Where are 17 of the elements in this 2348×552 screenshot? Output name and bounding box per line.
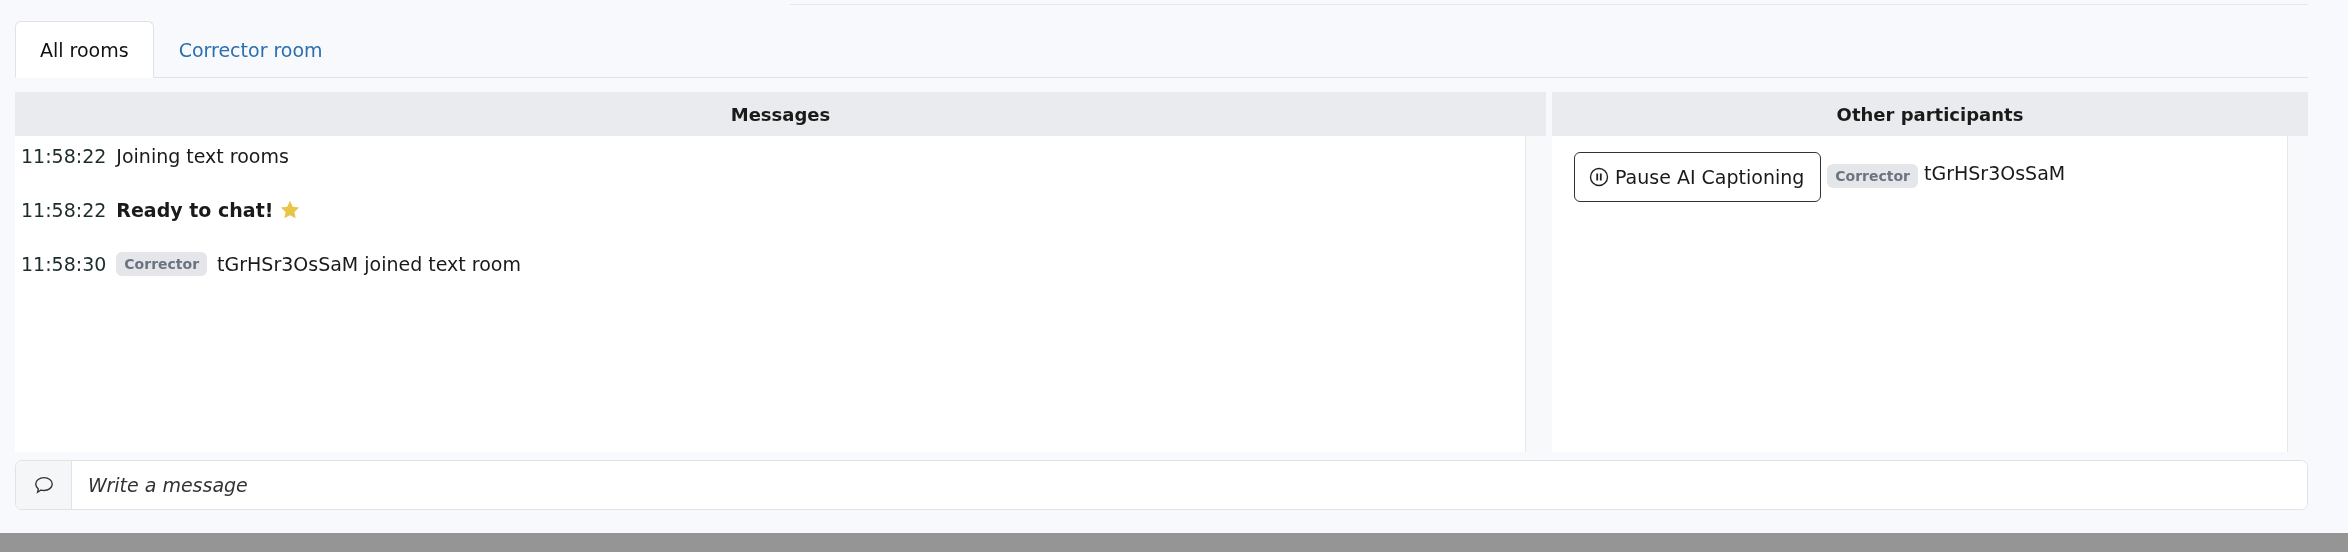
message-time: 11:58:22 [21,199,107,221]
speech-bubble-icon [32,474,55,496]
message-time: 11:58:22 [21,145,107,167]
role-badge: Corrector [116,252,208,276]
room-tab[interactable]: Corrector room [153,21,348,78]
message-time: 11:58:30 [21,253,107,275]
panel-header: Other participants [1552,92,2308,136]
message-text: tGrHSr3OsSaM joined text room [217,253,521,275]
pause-icon [1589,167,1609,187]
message-field[interactable]: Write a message [15,460,2308,510]
participant-name: tGrHSr3OsSaM [1924,162,2066,184]
panel-header: Messages [15,92,1546,136]
role-badge: Corrector [1827,164,1919,188]
room-tab[interactable]: All rooms [15,21,154,78]
pause-button[interactable]: Pause AI Captioning [1574,152,1822,202]
message-text: Joining text rooms [116,145,289,167]
message-text: Ready to chat! [116,199,274,221]
